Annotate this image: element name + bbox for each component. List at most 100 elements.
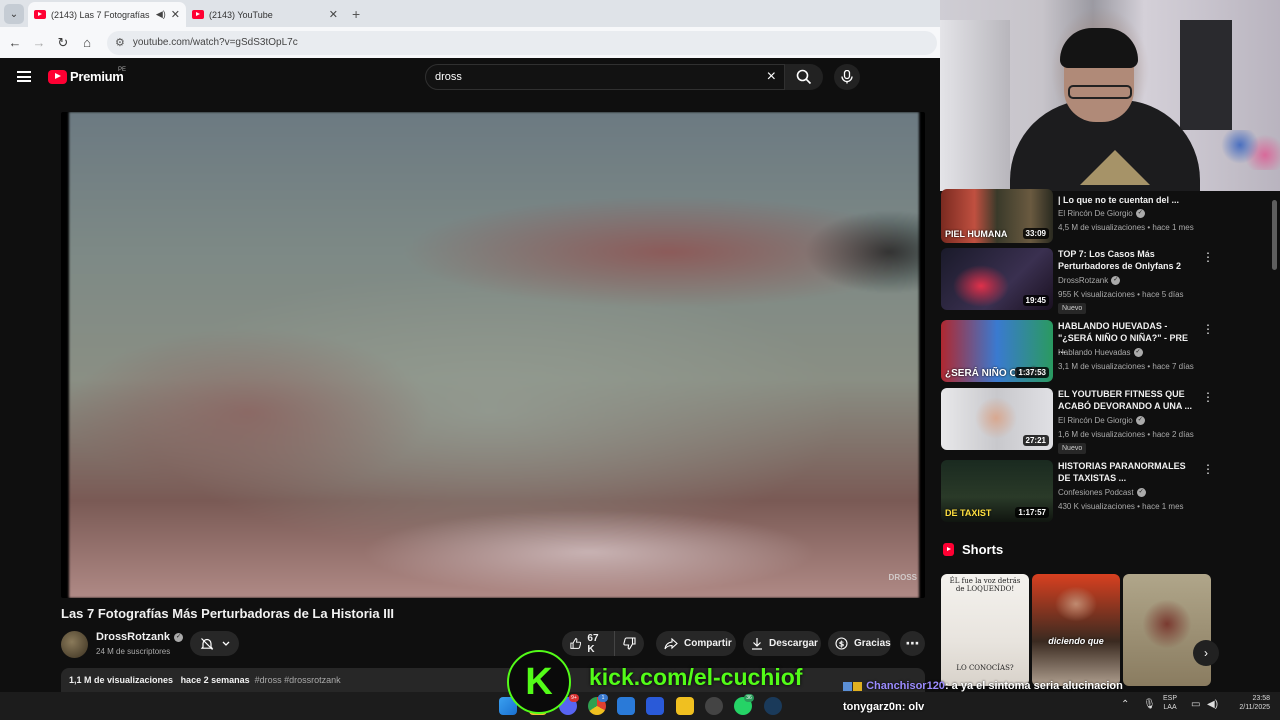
country-code: PE bbox=[118, 67, 127, 73]
recommended-video[interactable]: DE TAXIST 1:17:57 HISTORIAS PARANORMALES… bbox=[940, 460, 1220, 522]
video-title[interactable]: EL YOUTUBER FITNESS QUE ACABÓ DEVORANDO … bbox=[1058, 388, 1198, 412]
menu-icon[interactable] bbox=[17, 71, 31, 82]
steam-icon[interactable] bbox=[764, 697, 782, 715]
recommended-video[interactable]: 19:45 TOP 7: Los Casos Más Perturbadores… bbox=[940, 248, 1220, 314]
clock-time: 23:58 bbox=[1252, 695, 1270, 702]
close-tab-icon[interactable]: ✕ bbox=[171, 8, 180, 21]
new-badge: Nuevo bbox=[1058, 443, 1087, 454]
chevron-up-icon[interactable]: ⌃ bbox=[1121, 699, 1129, 710]
tab-search-button[interactable]: ⌄ bbox=[4, 4, 24, 24]
channel-name-text: Confesiones Podcast bbox=[1058, 488, 1134, 497]
more-options-icon[interactable]: ⋮ bbox=[1202, 250, 1214, 264]
video-player[interactable]: DROSS bbox=[61, 112, 925, 598]
search-button[interactable] bbox=[785, 64, 823, 90]
video-watermark: DROSS bbox=[888, 573, 917, 582]
verified-icon: ✓ bbox=[1135, 416, 1145, 425]
microphone-icon[interactable]: 🎙 bbox=[1143, 699, 1156, 710]
channel-name[interactable]: Hablando Huevadas ✓ bbox=[1058, 348, 1143, 357]
site-info-icon[interactable]: ⚙ bbox=[115, 36, 125, 49]
reload-button[interactable]: ↻ bbox=[51, 35, 75, 51]
video-thumbnail[interactable]: 27:21 bbox=[941, 388, 1053, 450]
app-icon[interactable] bbox=[676, 697, 694, 715]
subscription-bell-button[interactable] bbox=[190, 631, 239, 656]
microphone-icon bbox=[841, 70, 853, 84]
youtube-play-icon bbox=[48, 69, 67, 84]
video-title[interactable]: TOP 7: Los Casos Más Perturbadores de On… bbox=[1058, 248, 1198, 272]
like-button[interactable]: 67 K bbox=[562, 631, 615, 656]
address-bar[interactable]: ⚙ youtube.com/watch?v=gSdS3tOpL7c bbox=[107, 30, 937, 55]
like-dislike-group: 67 K bbox=[562, 631, 644, 656]
forward-button[interactable]: → bbox=[27, 35, 51, 50]
obs-icon[interactable] bbox=[705, 697, 723, 715]
video-duration: 19:45 bbox=[1022, 295, 1049, 306]
home-button[interactable]: ⌂ bbox=[75, 35, 99, 50]
channel-name[interactable]: El Rincón De Giorgio ✓ bbox=[1058, 209, 1145, 218]
tab-video[interactable]: (2143) Las 7 Fotografías Má ◀) ✕ bbox=[28, 2, 186, 27]
youtube-logo[interactable]: Premium bbox=[48, 69, 124, 84]
thanks-button[interactable]: $ Gracias bbox=[828, 631, 891, 656]
dislike-button[interactable] bbox=[615, 631, 644, 656]
video-meta: 4,5 M de visualizaciones • hace 1 mes bbox=[1058, 223, 1194, 232]
hashtags[interactable]: #dross #drossrotzank bbox=[255, 675, 341, 685]
channel-name[interactable]: Confesiones Podcast ✓ bbox=[1058, 488, 1146, 497]
more-options-icon[interactable]: ⋮ bbox=[1202, 322, 1214, 336]
shorts-next-button[interactable]: › bbox=[1193, 640, 1219, 666]
video-title[interactable]: HISTORIAS PARANORMALES DE TAXISTAS ... bbox=[1058, 460, 1198, 484]
video-thumbnail[interactable]: 19:45 bbox=[941, 248, 1053, 310]
svg-text:$: $ bbox=[839, 640, 845, 649]
more-options-icon[interactable]: ⋮ bbox=[1202, 390, 1214, 404]
speaker-icon[interactable]: ◀) bbox=[156, 9, 166, 20]
short-bottom-text: LO CONOCÍAS? bbox=[956, 664, 1014, 672]
video-thumbnail[interactable]: PIEL HUMANA 33:09 bbox=[941, 189, 1053, 243]
back-button[interactable]: ← bbox=[3, 35, 27, 50]
download-button[interactable]: Descargar bbox=[743, 631, 821, 656]
channel-avatar[interactable] bbox=[61, 631, 88, 658]
browser-tab-bar: ⌄ (2143) Las 7 Fotografías Má ◀) ✕ (2143… bbox=[0, 0, 940, 27]
verified-icon: ✓ bbox=[1135, 209, 1145, 218]
video-thumbnail[interactable]: DE TAXIST 1:17:57 bbox=[941, 460, 1053, 522]
video-duration: 1:17:57 bbox=[1015, 507, 1049, 518]
search-input[interactable]: dross × bbox=[425, 64, 785, 90]
language-top: ESP bbox=[1163, 695, 1178, 702]
download-label: Descargar bbox=[769, 638, 818, 649]
scrollbar-thumb[interactable] bbox=[1272, 200, 1277, 270]
video-thumbnail[interactable]: ¿SERÁ NIÑO O NIÑA 1:37:53 bbox=[941, 320, 1053, 382]
short-card[interactable]: ÉL fue la voz detrás de LOQUENDO! LO CON… bbox=[941, 574, 1029, 686]
download-icon bbox=[752, 638, 762, 650]
channel-name[interactable]: DrossRotzank ✓ bbox=[96, 631, 183, 643]
kick-logo: K bbox=[507, 650, 571, 714]
shorts-heading: Shorts bbox=[943, 542, 1003, 557]
clock-date: 2/11/2025 bbox=[1239, 704, 1270, 711]
share-button[interactable]: Compartir bbox=[656, 631, 736, 656]
vscode-icon[interactable] bbox=[617, 697, 635, 715]
recommended-video[interactable]: ¿SERÁ NIÑO O NIÑA 1:37:53 HABLANDO HUEVA… bbox=[940, 320, 1220, 382]
more-actions-button[interactable]: ⋯ bbox=[900, 631, 925, 656]
tab-title: (2143) YouTube bbox=[209, 9, 273, 20]
logo-text: Premium bbox=[70, 69, 124, 84]
app-icon[interactable] bbox=[646, 697, 664, 715]
volume-icon[interactable]: ◀) bbox=[1207, 699, 1218, 710]
video-duration: 27:21 bbox=[1022, 435, 1049, 446]
recommended-video[interactable]: 27:21 EL YOUTUBER FITNESS QUE ACABÓ DEVO… bbox=[940, 388, 1220, 454]
language-indicator[interactable]: ESP LAA bbox=[1163, 694, 1177, 712]
shorts-icon bbox=[943, 543, 954, 556]
close-tab-icon[interactable]: ✕ bbox=[329, 8, 338, 21]
video-title[interactable]: | Lo que no te cuentan del ... bbox=[1058, 194, 1198, 206]
clock[interactable]: 23:58 2/11/2025 bbox=[1228, 694, 1270, 712]
more-options-icon[interactable]: ⋮ bbox=[1202, 462, 1214, 476]
channel-name[interactable]: DrossRotzank ✓ bbox=[1058, 276, 1121, 285]
chat-badge-icon bbox=[853, 681, 862, 691]
network-icon[interactable]: ▭ bbox=[1191, 699, 1200, 710]
short-card[interactable] bbox=[1123, 574, 1211, 686]
tab-youtube[interactable]: (2143) YouTube ✕ bbox=[186, 2, 344, 27]
verified-icon: ✓ bbox=[1136, 488, 1146, 497]
new-tab-button[interactable]: + bbox=[352, 6, 360, 22]
channel-name[interactable]: El Rincón De Giorgio ✓ bbox=[1058, 416, 1145, 425]
short-card[interactable]: diciendo que bbox=[1032, 574, 1120, 686]
recommended-video[interactable]: PIEL HUMANA 33:09 | Lo que no te cuentan… bbox=[940, 189, 1220, 243]
share-icon bbox=[664, 637, 678, 649]
voice-search-button[interactable] bbox=[834, 64, 860, 90]
video-frame bbox=[69, 112, 919, 598]
clear-search-icon[interactable]: × bbox=[767, 68, 776, 86]
video-meta: 430 K visualizaciones • hace 1 mes bbox=[1058, 502, 1184, 511]
